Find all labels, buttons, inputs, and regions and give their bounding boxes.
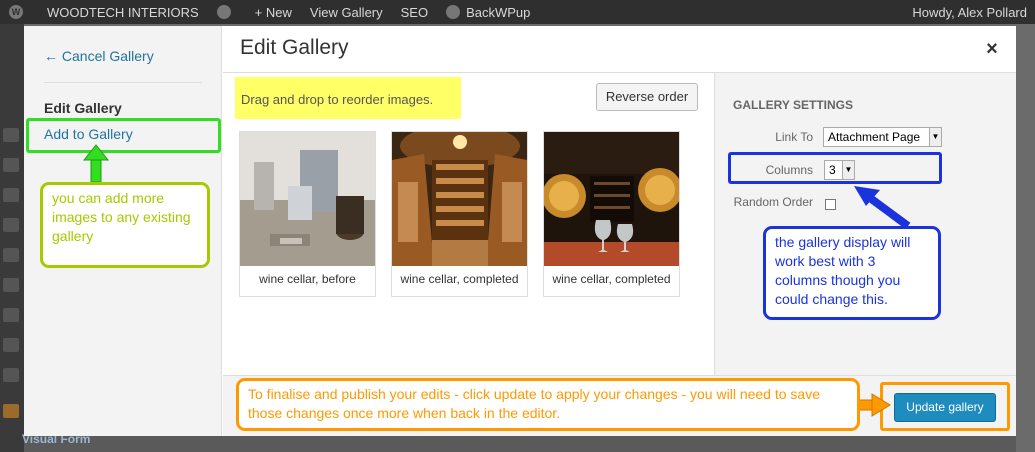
update-button-highlight xyxy=(880,382,1010,431)
link-to-value: Attachment Page xyxy=(828,130,921,144)
menu-icon xyxy=(3,308,19,322)
comment-bubble-icon xyxy=(216,5,231,19)
gallery-settings-sidebar: GALLERY SETTINGS Link To Attachment Page… xyxy=(714,73,1016,375)
backwpup-label: BackWPup xyxy=(466,4,531,20)
admin-bar: W WOODTECH INTERIORS + New View Gallery … xyxy=(0,0,1035,24)
menu-icon xyxy=(3,248,19,262)
random-order-checkbox[interactable] xyxy=(825,199,836,210)
menu-icon xyxy=(3,188,19,202)
reorder-instruction: Drag and drop to reorder images. xyxy=(235,77,461,119)
modal-backdrop xyxy=(24,436,1016,452)
gallery-content: Drag and drop to reorder images. Reverse… xyxy=(223,73,714,375)
wordpress-glyph-icon: W xyxy=(9,5,23,19)
account-menu[interactable]: Howdy, Alex Pollard xyxy=(903,0,1035,24)
link-to-select[interactable]: Attachment Page ▼ xyxy=(823,127,942,147)
close-icon[interactable]: × xyxy=(982,38,1002,61)
modal-title: Edit Gallery xyxy=(240,36,349,59)
menu-icon xyxy=(3,368,19,382)
new-content-link[interactable]: + New xyxy=(246,0,301,24)
image-thumbnail xyxy=(240,132,375,266)
dropdown-arrow-icon: ▼ xyxy=(929,128,941,146)
menu-separator xyxy=(44,82,202,83)
seo-link[interactable]: SEO xyxy=(392,0,437,24)
add-to-gallery-highlight xyxy=(26,118,221,153)
image-caption: wine cellar, completed xyxy=(400,272,519,286)
image-thumbnail xyxy=(544,132,679,266)
random-order-label: Random Order xyxy=(733,195,813,209)
menu-icon xyxy=(3,338,19,352)
cancel-gallery-link[interactable]: ← Cancel Gallery xyxy=(44,48,154,64)
columns-highlight xyxy=(728,152,942,184)
image-caption: wine cellar, before xyxy=(259,272,356,286)
link-to-label: Link To xyxy=(775,130,813,144)
comments-icon[interactable] xyxy=(208,0,246,24)
menu-icon xyxy=(3,278,19,292)
gallery-image[interactable]: wine cellar, completed xyxy=(391,131,528,297)
gallery-image[interactable]: wine cellar, completed xyxy=(543,131,680,297)
image-caption: wine cellar, completed xyxy=(552,272,671,286)
menu-icon xyxy=(3,158,19,172)
backwpup-icon xyxy=(446,5,461,19)
update-note: To finalise and publish your edits - cli… xyxy=(236,378,860,431)
image-thumbnail xyxy=(392,132,527,266)
site-name-link[interactable]: WOODTECH INTERIORS xyxy=(38,0,208,24)
menu-icon xyxy=(3,128,19,142)
wordpress-logo-icon[interactable]: W xyxy=(0,0,38,24)
menu-icon xyxy=(3,218,19,232)
backwpup-link[interactable]: BackWPup xyxy=(437,0,539,24)
reverse-order-button[interactable]: Reverse order xyxy=(596,83,698,111)
admin-sidebar xyxy=(0,24,24,452)
menu-icon xyxy=(3,404,19,418)
gallery-settings-heading: GALLERY SETTINGS xyxy=(733,98,854,112)
add-images-note: you can add more images to any existing … xyxy=(40,182,210,268)
menu-item-edit-gallery[interactable]: Edit Gallery xyxy=(44,100,122,116)
view-gallery-link[interactable]: View Gallery xyxy=(301,0,392,24)
gallery-image[interactable]: wine cellar, before xyxy=(239,131,376,297)
columns-note: the gallery display will work best with … xyxy=(763,226,941,320)
